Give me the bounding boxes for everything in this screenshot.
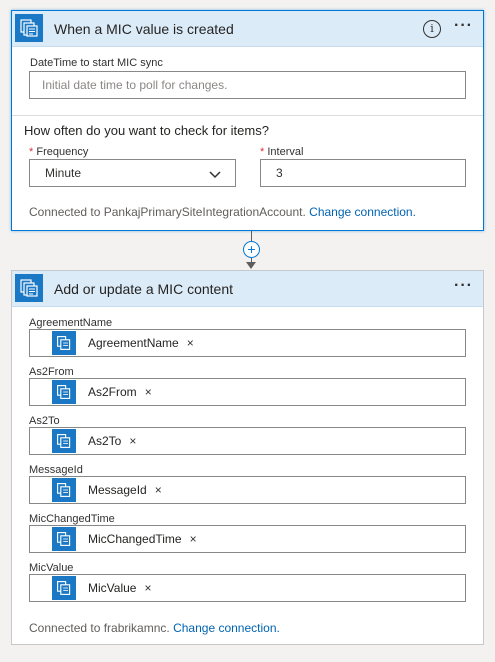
arrow-down-icon xyxy=(246,262,256,269)
as2from-field[interactable]: As2From × xyxy=(29,378,466,406)
connector-line-top xyxy=(251,231,252,241)
agreementname-label: AgreementName xyxy=(29,317,113,329)
integration-account-icon xyxy=(52,576,76,600)
micchangedtime-label: MicChangedTime xyxy=(29,513,115,525)
datetime-label: DateTime to start MIC sync xyxy=(30,57,163,69)
agreementname-field[interactable]: AgreementName × xyxy=(29,329,466,357)
datetime-input[interactable]: Initial date time to poll for changes. xyxy=(29,71,466,99)
dynamic-content-token[interactable]: As2From × xyxy=(52,380,152,404)
integration-account-icon xyxy=(15,274,43,302)
frequency-value: Minute xyxy=(45,166,82,180)
as2to-label: As2To xyxy=(29,415,60,427)
trigger-card[interactable]: When a MIC value is created i ··· DateTi… xyxy=(11,10,484,231)
more-options-icon[interactable]: ··· xyxy=(454,17,473,35)
recurrence-question: How often do you want to check for items… xyxy=(24,123,269,138)
frequency-select[interactable]: Minute xyxy=(29,159,236,187)
as2from-label: As2From xyxy=(29,366,74,378)
dynamic-content-token[interactable]: AgreementName × xyxy=(52,331,194,355)
as2to-field[interactable]: As2To × xyxy=(29,427,466,455)
chevron-down-icon xyxy=(209,168,221,182)
integration-account-icon xyxy=(52,478,76,502)
token-label: MessageId xyxy=(88,483,147,497)
frequency-label: * Frequency xyxy=(29,146,89,158)
datetime-placeholder: Initial date time to poll for changes. xyxy=(42,78,228,92)
dynamic-content-token[interactable]: MicValue × xyxy=(52,576,152,600)
micvalue-field[interactable]: MicValue × xyxy=(29,574,466,602)
remove-token-icon[interactable]: × xyxy=(145,385,152,399)
remove-token-icon[interactable]: × xyxy=(155,483,162,497)
trigger-change-connection-link[interactable]: Change connection. xyxy=(309,205,416,219)
trigger-title: When a MIC value is created xyxy=(54,21,234,37)
remove-token-icon[interactable]: × xyxy=(187,336,194,350)
token-label: AgreementName xyxy=(88,336,179,350)
remove-token-icon[interactable]: × xyxy=(129,434,136,448)
integration-account-icon xyxy=(52,380,76,404)
action-connection-info: Connected to frabrikamnc. Change connect… xyxy=(29,621,280,635)
integration-account-icon xyxy=(15,14,43,42)
remove-token-icon[interactable]: × xyxy=(144,581,151,595)
remove-token-icon[interactable]: × xyxy=(190,532,197,546)
interval-label: * Interval xyxy=(260,146,304,158)
divider xyxy=(12,115,483,116)
trigger-connection-info: Connected to PankajPrimarySiteIntegratio… xyxy=(29,205,416,219)
token-label: As2From xyxy=(88,385,137,399)
more-options-icon[interactable]: ··· xyxy=(454,277,473,295)
micchangedtime-field[interactable]: MicChangedTime × xyxy=(29,525,466,553)
action-card[interactable]: Add or update a MIC content ··· Agreemen… xyxy=(11,270,484,645)
interval-input[interactable]: 3 xyxy=(260,159,466,187)
token-label: As2To xyxy=(88,434,122,448)
interval-value: 3 xyxy=(276,166,283,180)
dynamic-content-token[interactable]: MicChangedTime × xyxy=(52,527,197,551)
dynamic-content-token[interactable]: MessageId × xyxy=(52,478,162,502)
action-change-connection-link[interactable]: Change connection. xyxy=(173,621,280,635)
token-label: MicValue xyxy=(88,581,137,595)
micvalue-label: MicValue xyxy=(29,562,74,574)
messageid-field[interactable]: MessageId × xyxy=(29,476,466,504)
integration-account-icon xyxy=(52,429,76,453)
integration-account-icon xyxy=(52,331,76,355)
info-icon[interactable]: i xyxy=(423,20,441,38)
dynamic-content-token[interactable]: As2To × xyxy=(52,429,137,453)
token-label: MicChangedTime xyxy=(88,532,182,546)
add-step-icon[interactable]: + xyxy=(243,241,260,258)
action-card-header[interactable]: Add or update a MIC content ··· xyxy=(12,271,483,307)
trigger-card-header[interactable]: When a MIC value is created i ··· xyxy=(12,11,483,47)
action-title: Add or update a MIC content xyxy=(54,281,233,297)
integration-account-icon xyxy=(52,527,76,551)
messageid-label: MessageId xyxy=(29,464,83,476)
